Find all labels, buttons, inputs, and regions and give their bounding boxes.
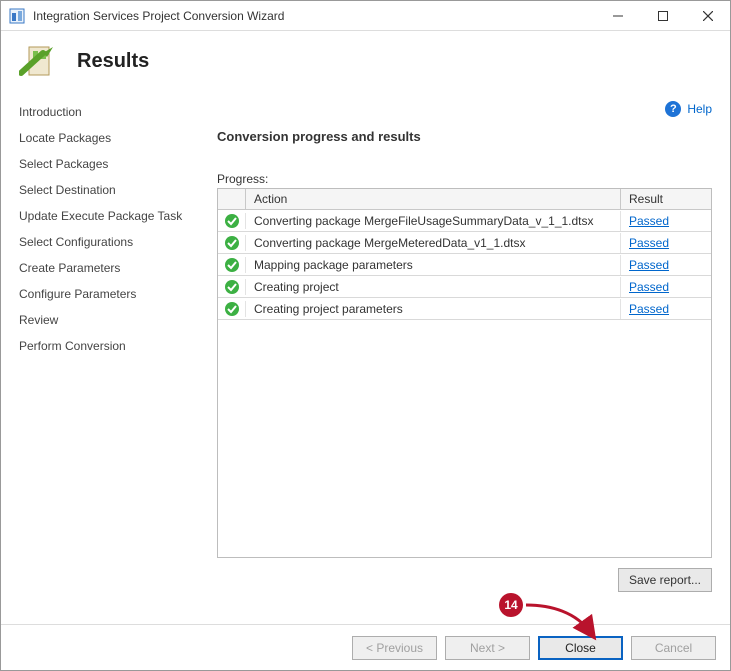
next-button: Next > — [445, 636, 530, 660]
save-report-button[interactable]: Save report... — [618, 568, 712, 592]
section-title: Conversion progress and results — [217, 129, 712, 144]
sidebar-item-label: Select Configurations — [19, 235, 133, 249]
sidebar-item-label: Select Packages — [19, 157, 108, 171]
sidebar-item-locate-packages[interactable]: Locate Packages — [1, 125, 199, 151]
action-text: Converting package MergeMeteredData_v1_1… — [246, 233, 621, 253]
content-pane: ? Help Conversion progress and results P… — [199, 91, 730, 624]
help-icon: ? — [665, 101, 681, 117]
table-row: Mapping package parameters Passed — [218, 254, 711, 276]
result-link[interactable]: Passed — [621, 211, 711, 231]
previous-button: < Previous — [352, 636, 437, 660]
sidebar-item-label: Review — [19, 313, 58, 327]
sidebar-item-introduction[interactable]: Introduction — [1, 99, 199, 125]
sidebar-item-create-parameters[interactable]: Create Parameters — [1, 255, 199, 281]
close-window-button[interactable] — [685, 1, 730, 30]
sidebar-item-label: Update Execute Package Task — [19, 209, 182, 223]
help-link[interactable]: Help — [687, 102, 712, 116]
table-row: Converting package MergeMeteredData_v1_1… — [218, 232, 711, 254]
app-icon — [9, 8, 25, 24]
success-icon — [218, 279, 246, 295]
column-result: Result — [621, 189, 711, 209]
sidebar: Introduction Locate Packages Select Pack… — [1, 91, 199, 624]
page-title: Results — [77, 50, 149, 73]
sidebar-item-update-execute-package-task[interactable]: Update Execute Package Task — [1, 203, 199, 229]
success-icon — [218, 213, 246, 229]
sidebar-item-label: Introduction — [19, 105, 82, 119]
maximize-button[interactable] — [640, 1, 685, 30]
column-action: Action — [246, 189, 621, 209]
window-title: Integration Services Project Conversion … — [33, 9, 595, 23]
progress-grid: Action Result Converting package MergeFi… — [217, 188, 712, 558]
success-icon — [218, 235, 246, 251]
result-link[interactable]: Passed — [621, 277, 711, 297]
wizard-icon — [19, 39, 63, 83]
minimize-button[interactable] — [595, 1, 640, 30]
sidebar-item-configure-parameters[interactable]: Configure Parameters — [1, 281, 199, 307]
sidebar-item-label: Create Parameters — [19, 261, 120, 275]
wizard-header: Results — [1, 31, 730, 91]
close-button[interactable]: Close — [538, 636, 623, 660]
sidebar-item-label: Perform Conversion — [19, 339, 126, 353]
progress-label: Progress: — [217, 172, 712, 186]
table-row: Creating project parameters Passed — [218, 298, 711, 320]
success-icon — [218, 301, 246, 317]
sidebar-item-review[interactable]: Review — [1, 307, 199, 333]
sidebar-item-label: Configure Parameters — [19, 287, 136, 301]
table-row: Converting package MergeFileUsageSummary… — [218, 210, 711, 232]
sidebar-item-select-configurations[interactable]: Select Configurations — [1, 229, 199, 255]
action-text: Creating project parameters — [246, 299, 621, 319]
wizard-footer: < Previous Next > Close Cancel — [1, 624, 730, 670]
window-frame: Integration Services Project Conversion … — [0, 0, 731, 671]
action-text: Converting package MergeFileUsageSummary… — [246, 211, 621, 231]
action-text: Mapping package parameters — [246, 255, 621, 275]
sidebar-item-label: Select Destination — [19, 183, 116, 197]
result-link[interactable]: Passed — [621, 233, 711, 253]
sidebar-item-select-packages[interactable]: Select Packages — [1, 151, 199, 177]
cancel-button: Cancel — [631, 636, 716, 660]
sidebar-item-perform-conversion[interactable]: Perform Conversion — [1, 333, 199, 359]
grid-header: Action Result — [218, 189, 711, 210]
titlebar: Integration Services Project Conversion … — [1, 1, 730, 31]
sidebar-item-label: Locate Packages — [19, 131, 111, 145]
sidebar-item-select-destination[interactable]: Select Destination — [1, 177, 199, 203]
table-row: Creating project Passed — [218, 276, 711, 298]
result-link[interactable]: Passed — [621, 255, 711, 275]
action-text: Creating project — [246, 277, 621, 297]
success-icon — [218, 257, 246, 273]
result-link[interactable]: Passed — [621, 299, 711, 319]
